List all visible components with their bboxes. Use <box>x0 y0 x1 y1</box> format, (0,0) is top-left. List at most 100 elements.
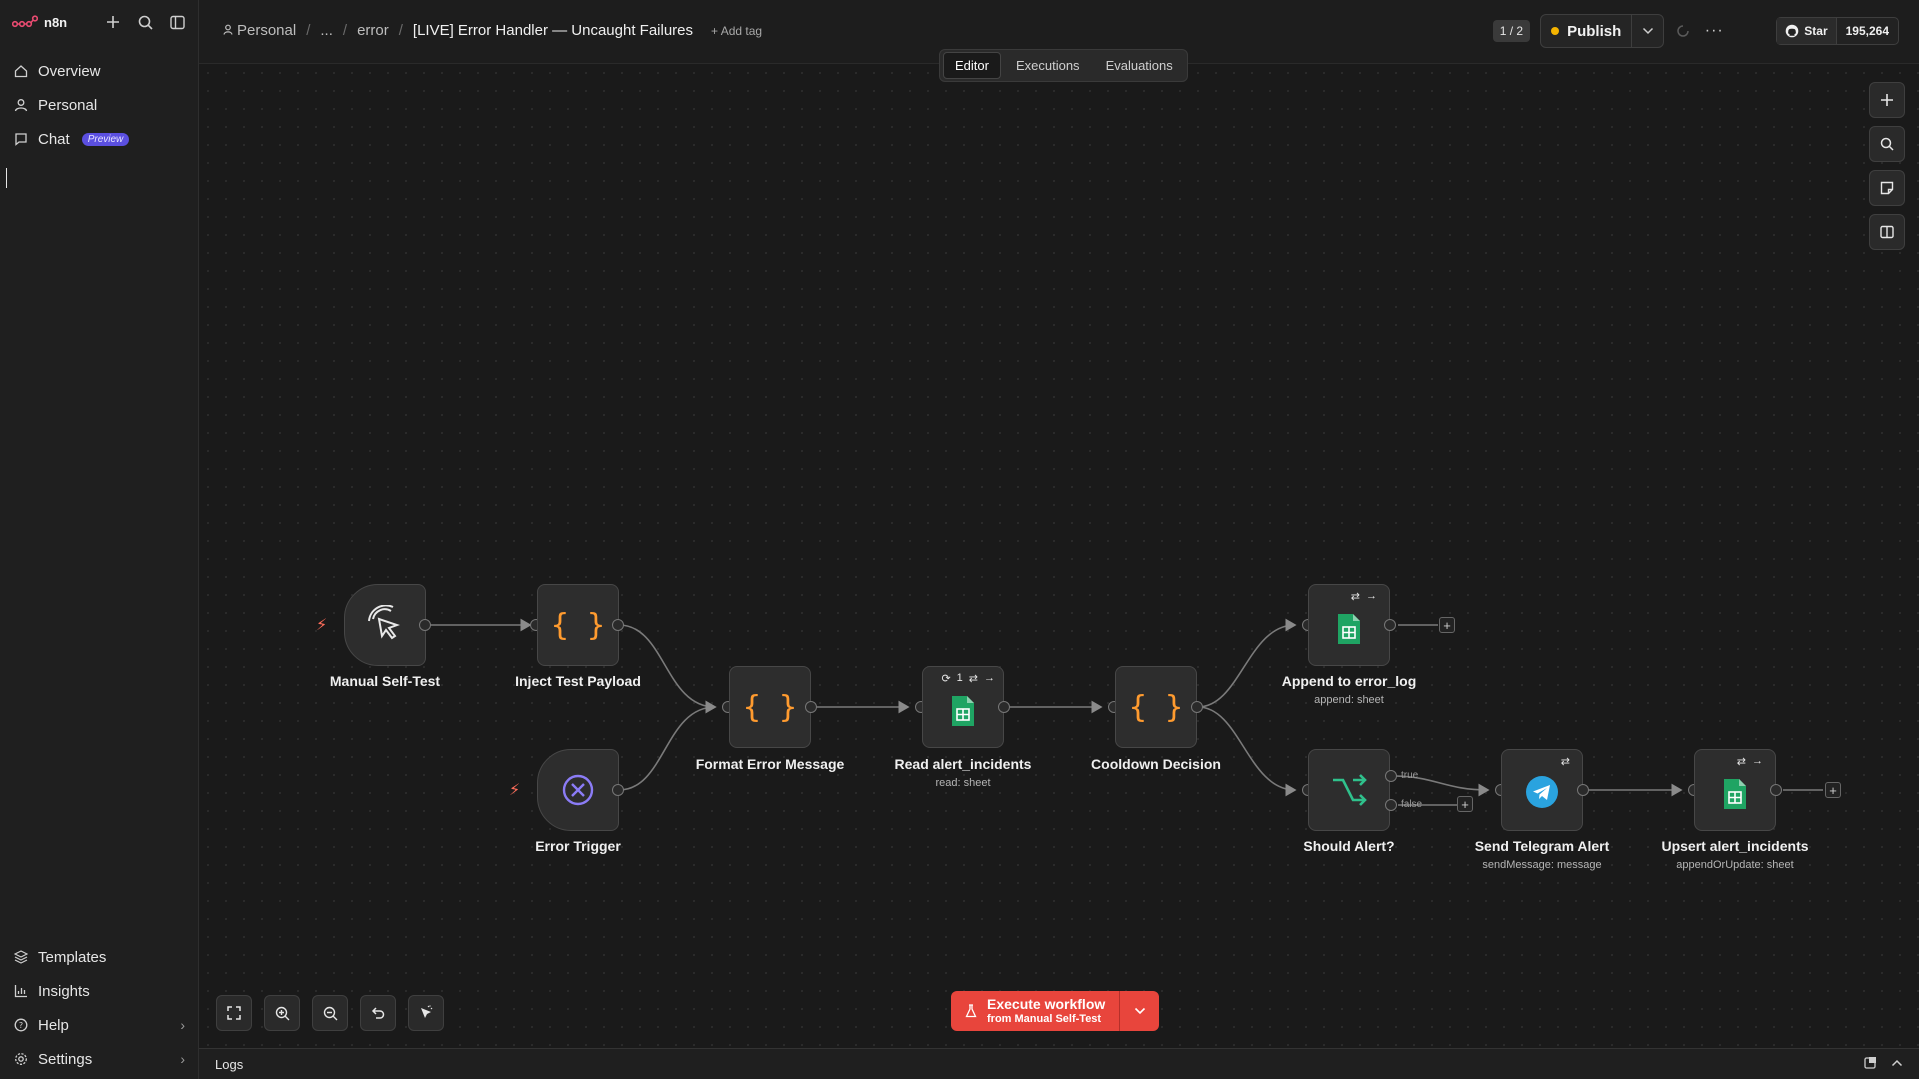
node-subtitle: sendMessage: message <box>1482 859 1602 871</box>
google-sheets-icon <box>1338 614 1360 644</box>
node-status-icons: ⇄ → <box>1737 755 1763 768</box>
add-node-button[interactable]: + <box>1825 782 1841 798</box>
output-port[interactable] <box>805 701 817 713</box>
undo-icon[interactable] <box>360 995 396 1031</box>
output-port[interactable] <box>419 619 431 631</box>
search-nodes-icon[interactable] <box>1869 126 1905 162</box>
node-should-alert[interactable] <box>1308 749 1390 831</box>
popout-icon[interactable] <box>1864 1056 1877 1072</box>
loading-icon <box>1674 22 1692 40</box>
node-append-to-error-log[interactable]: ⇄ → <box>1308 584 1390 666</box>
zoom-out-icon[interactable] <box>312 995 348 1031</box>
breadcrumb-separator: / <box>398 22 403 39</box>
node-label: Error Trigger <box>535 838 621 854</box>
workflow-canvas[interactable] <box>199 64 1919 1048</box>
node-label: Should Alert? <box>1303 838 1395 854</box>
github-star-count: 195,264 <box>1845 24 1889 38</box>
node-status-icons: ⇄ <box>1561 755 1570 768</box>
chevron-up-icon[interactable] <box>1891 1056 1903 1072</box>
search-icon[interactable] <box>135 12 155 32</box>
tidy-up-icon[interactable] <box>408 995 444 1031</box>
add-node-icon[interactable] <box>1869 82 1905 118</box>
more-options-icon[interactable]: ··· <box>1702 22 1726 40</box>
node-format-error-message[interactable]: { } <box>729 666 811 748</box>
code-braces-icon: { } <box>550 607 606 643</box>
sidebar-item-templates[interactable]: Templates <box>0 940 199 974</box>
node-label: Send Telegram Alert <box>1474 838 1610 854</box>
node-status-icons: ⇄ → <box>1351 590 1377 603</box>
sidebar-item-overview[interactable]: Overview <box>0 54 199 88</box>
view-tabs: Editor Executions Evaluations <box>939 49 1188 82</box>
node-upsert-alert-incidents[interactable]: ⇄ → <box>1694 749 1776 831</box>
breadcrumb-personal[interactable]: Personal <box>237 22 296 39</box>
node-send-telegram-alert[interactable]: ⇄ <box>1501 749 1583 831</box>
tab-executions[interactable]: Executions <box>1005 53 1091 78</box>
github-star-widget[interactable]: Star 195,264 <box>1776 17 1899 45</box>
sidebar-bottom: Templates Insights ? Help › Settings › <box>0 940 199 1076</box>
sidebar-item-insights[interactable]: Insights <box>0 974 199 1008</box>
node-manual-self-test[interactable] <box>344 584 426 666</box>
node-subtitle: appendOrUpdate: sheet <box>1676 859 1794 871</box>
publish-label: Publish <box>1567 22 1622 40</box>
tab-evaluations[interactable]: Evaluations <box>1095 53 1184 78</box>
logo[interactable]: n8n <box>12 15 67 30</box>
output-port[interactable] <box>1577 784 1589 796</box>
breadcrumb: Personal / ... / error / [LIVE] Error Ha… <box>223 22 762 39</box>
output-port-false[interactable] <box>1385 799 1397 811</box>
chevron-down-icon <box>1134 1007 1145 1015</box>
node-label: Cooldown Decision <box>1091 756 1221 772</box>
sidebar-item-label: Settings <box>38 1050 93 1068</box>
sidebar-header: n8n <box>0 0 199 44</box>
node-error-trigger[interactable] <box>537 749 619 831</box>
logs-panel-bar[interactable]: Logs <box>199 1048 1919 1079</box>
node-label: Upsert alert_incidents <box>1661 838 1809 854</box>
node-cooldown-decision[interactable]: { } <box>1115 666 1197 748</box>
execute-label: Execute workflow <box>987 996 1106 1013</box>
publish-dropdown-button[interactable] <box>1631 15 1663 47</box>
panel-toggle-icon[interactable] <box>1869 214 1905 250</box>
sticky-note-icon[interactable] <box>1869 170 1905 206</box>
output-port[interactable] <box>612 784 624 796</box>
sidebar-item-chat[interactable]: Chat Preview <box>0 122 199 156</box>
publish-button[interactable]: Publish <box>1541 15 1631 47</box>
output-port[interactable] <box>612 619 624 631</box>
execute-workflow-button[interactable]: Execute workflow from Manual Self-Test <box>951 991 1120 1031</box>
sidebar-item-label: Templates <box>38 948 107 966</box>
sidebar-item-label: Chat <box>38 130 70 148</box>
node-inject-test-payload[interactable]: { } <box>537 584 619 666</box>
templates-icon <box>14 950 28 964</box>
zoom-in-icon[interactable] <box>264 995 300 1031</box>
sidebar-item-help[interactable]: ? Help › <box>0 1008 199 1042</box>
workflow-title[interactable]: [LIVE] Error Handler — Uncaught Failures <box>413 22 693 39</box>
execute-sublabel: from Manual Self-Test <box>987 1012 1102 1025</box>
user-icon <box>14 99 28 112</box>
add-icon[interactable] <box>103 12 123 32</box>
breadcrumb-folder[interactable]: error <box>357 22 389 39</box>
output-port[interactable] <box>998 701 1010 713</box>
telegram-icon <box>1526 776 1558 808</box>
home-icon <box>14 65 28 78</box>
breadcrumb-ellipsis[interactable]: ... <box>320 22 333 39</box>
add-node-button[interactable]: + <box>1439 617 1455 633</box>
node-label: Read alert_incidents <box>894 756 1032 772</box>
output-port[interactable] <box>1770 784 1782 796</box>
add-tag-button[interactable]: + Add tag <box>711 24 762 38</box>
version-pager[interactable]: 1 / 2 <box>1492 20 1531 42</box>
breadcrumb-separator: / <box>342 22 348 39</box>
add-node-button[interactable]: + <box>1457 796 1473 812</box>
github-star-button[interactable]: Star <box>1777 18 1837 44</box>
sync-icon: ⟳ <box>941 673 951 685</box>
node-label: Inject Test Payload <box>515 673 641 689</box>
output-port[interactable] <box>1191 701 1203 713</box>
output-port[interactable] <box>1384 619 1396 631</box>
tab-editor[interactable]: Editor <box>943 52 1001 79</box>
sidebar-item-personal[interactable]: Personal <box>0 88 199 122</box>
node-read-alert-incidents[interactable]: ⟳ 1 ⇄ → <box>922 666 1004 748</box>
chevron-right-icon: › <box>180 1051 185 1067</box>
sidebar-item-settings[interactable]: Settings › <box>0 1042 199 1076</box>
sidebar-toggle-icon[interactable] <box>167 12 187 32</box>
fit-view-icon[interactable] <box>216 995 252 1031</box>
output-port-true[interactable] <box>1385 770 1397 782</box>
execute-dropdown-button[interactable] <box>1119 991 1160 1031</box>
trigger-bolt-icon: ⚡ <box>316 617 328 634</box>
